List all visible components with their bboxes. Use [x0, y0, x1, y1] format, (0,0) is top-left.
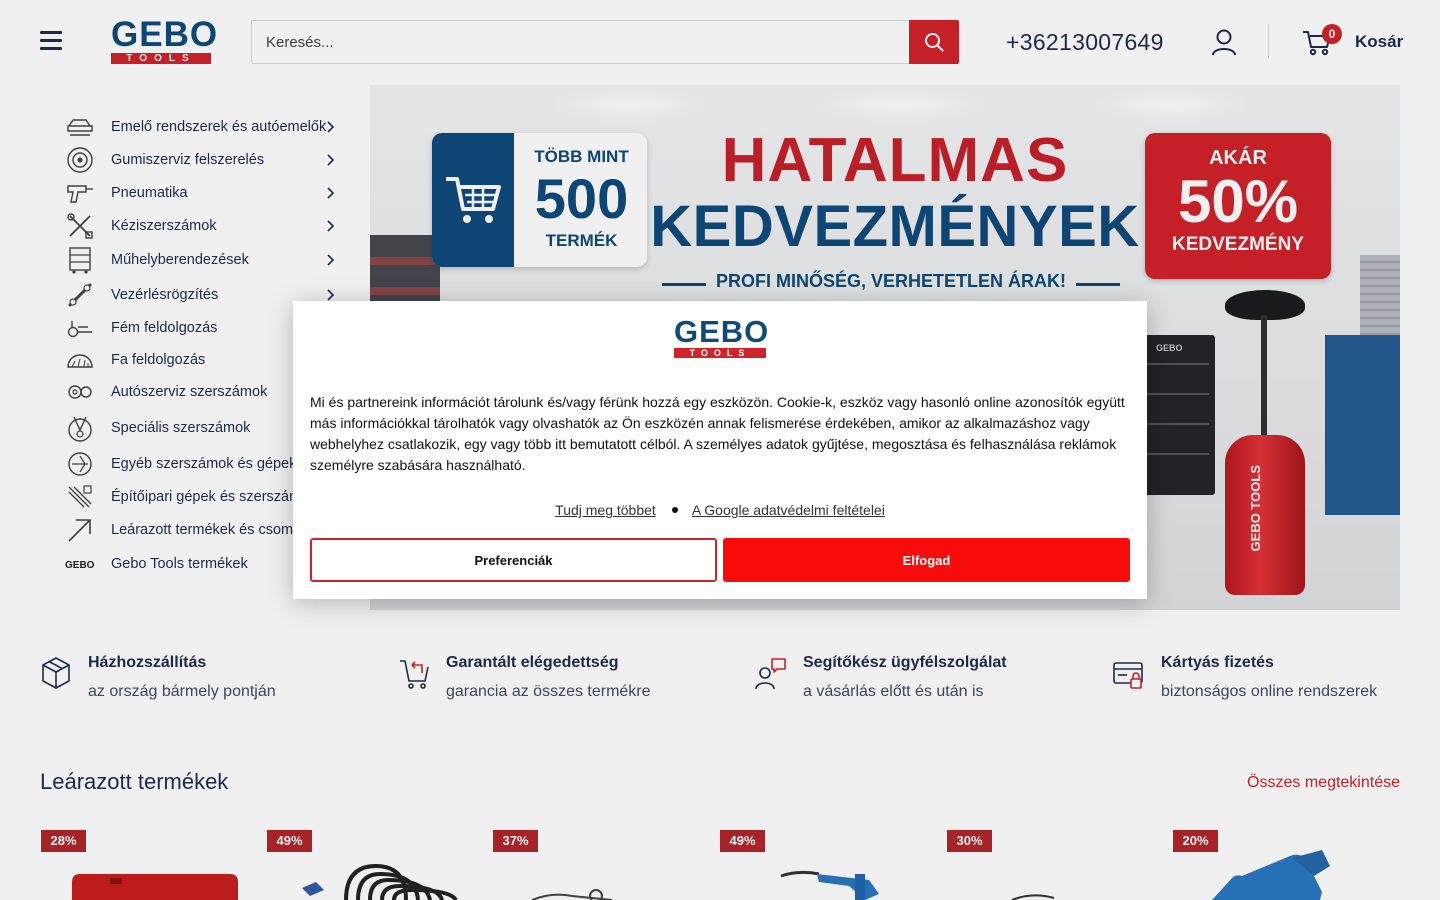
separator-dot — [671, 507, 678, 513]
cookie-consent-dialog: GEBO TOOLS Mi és partnereink információt… — [293, 301, 1147, 599]
logo-wordmark: GEBO — [674, 314, 770, 349]
preferences-button[interactable]: Preferenciák — [310, 538, 717, 582]
google-privacy-link[interactable]: A Google adatvédelmi feltételei — [692, 502, 885, 518]
consent-text: Mi és partnereink információt tárolunk é… — [310, 394, 1125, 473]
dialog-logo: GEBO TOOLS — [674, 314, 770, 360]
consent-links: Tudj meg többet A Google adatvédelmi fel… — [293, 502, 1147, 518]
logo-subtitle: TOOLS — [674, 348, 766, 358]
accept-button[interactable]: Elfogad — [723, 538, 1130, 582]
learn-more-link[interactable]: Tudj meg többet — [555, 502, 656, 518]
